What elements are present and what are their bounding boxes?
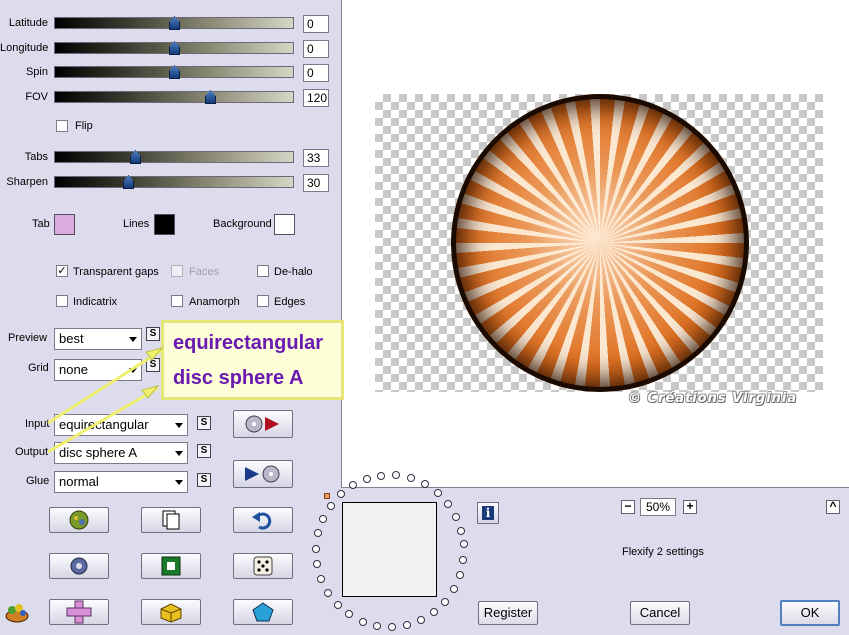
random-button[interactable] <box>49 507 109 533</box>
preset-dot[interactable] <box>421 480 429 488</box>
preset-dot[interactable] <box>441 598 449 606</box>
preset-dot[interactable] <box>324 589 332 597</box>
copy-icon <box>162 510 180 530</box>
preset-thumbnail[interactable] <box>342 502 437 597</box>
preset-dot[interactable] <box>407 474 415 482</box>
settings-name: Flexify 2 settings <box>622 546 704 558</box>
preset-dot[interactable] <box>345 610 353 618</box>
undo-button[interactable] <box>233 507 293 533</box>
register-button[interactable]: Register <box>478 601 538 625</box>
preset-dot[interactable] <box>312 545 320 553</box>
blue-pentagon-icon <box>252 602 274 622</box>
preset-dot[interactable] <box>460 540 468 548</box>
preset-dot[interactable] <box>417 616 425 624</box>
preset-dot[interactable] <box>392 471 400 479</box>
preset-dot[interactable] <box>373 622 381 630</box>
preset-dot[interactable] <box>444 500 452 508</box>
sphere-button[interactable] <box>49 553 109 579</box>
copy-button[interactable] <box>141 507 201 533</box>
ok-button[interactable]: OK <box>780 600 840 626</box>
chevron-down-icon <box>175 480 183 485</box>
undo-arrow-icon <box>252 512 272 530</box>
preset-dot[interactable] <box>334 601 342 609</box>
preset-dot[interactable] <box>327 502 335 510</box>
zoom-level[interactable]: 50% <box>640 498 676 516</box>
dice-icon <box>253 556 273 576</box>
cross-button[interactable] <box>49 599 109 625</box>
callout-arrow-output <box>47 386 159 454</box>
preset-dot[interactable] <box>363 475 371 483</box>
zoom-out-button[interactable]: − <box>621 500 635 514</box>
yellow-cube-icon <box>160 603 182 623</box>
cancel-button[interactable]: Cancel <box>630 601 690 625</box>
preset-dot[interactable] <box>434 489 442 497</box>
flexify-logo-icon <box>5 604 29 623</box>
preset-dot[interactable] <box>457 527 465 535</box>
preset-dot[interactable] <box>349 481 357 489</box>
preset-dot[interactable] <box>430 608 438 616</box>
preset-dot[interactable] <box>456 571 464 579</box>
watermark: © Créations Virginia <box>628 391 798 406</box>
preset-dot[interactable] <box>452 513 460 521</box>
preset-dot[interactable] <box>377 472 385 480</box>
cube-button[interactable] <box>141 599 201 625</box>
preset-dot[interactable] <box>313 560 321 568</box>
preset-dot[interactable] <box>450 585 458 593</box>
ring-icon <box>70 557 88 575</box>
ring-start-marker <box>324 493 330 499</box>
frame-button[interactable] <box>141 553 201 579</box>
globe-face-icon <box>69 510 89 530</box>
preset-dot[interactable] <box>388 623 396 631</box>
preset-dot[interactable] <box>459 556 467 564</box>
info-icon: i <box>482 506 494 520</box>
info-button[interactable]: i <box>477 502 499 524</box>
preset-dot[interactable] <box>319 515 327 523</box>
preset-dot[interactable] <box>359 618 367 626</box>
callout-arrow-input <box>47 348 163 425</box>
green-square-icon <box>161 556 181 576</box>
pentagon-button[interactable] <box>233 599 293 625</box>
dice-button[interactable] <box>233 553 293 579</box>
preset-dot[interactable] <box>317 575 325 583</box>
callout-arrows <box>47 347 164 454</box>
preset-dot[interactable] <box>314 529 322 537</box>
collapse-button[interactable]: ^ <box>826 500 840 514</box>
pink-cross-icon <box>66 600 92 624</box>
chevron-up-icon: ^ <box>829 499 837 513</box>
zoom-in-button[interactable]: + <box>683 500 697 514</box>
preset-dot[interactable] <box>337 490 345 498</box>
disc-sphere-preview <box>451 94 749 392</box>
preset-dot[interactable] <box>403 621 411 629</box>
